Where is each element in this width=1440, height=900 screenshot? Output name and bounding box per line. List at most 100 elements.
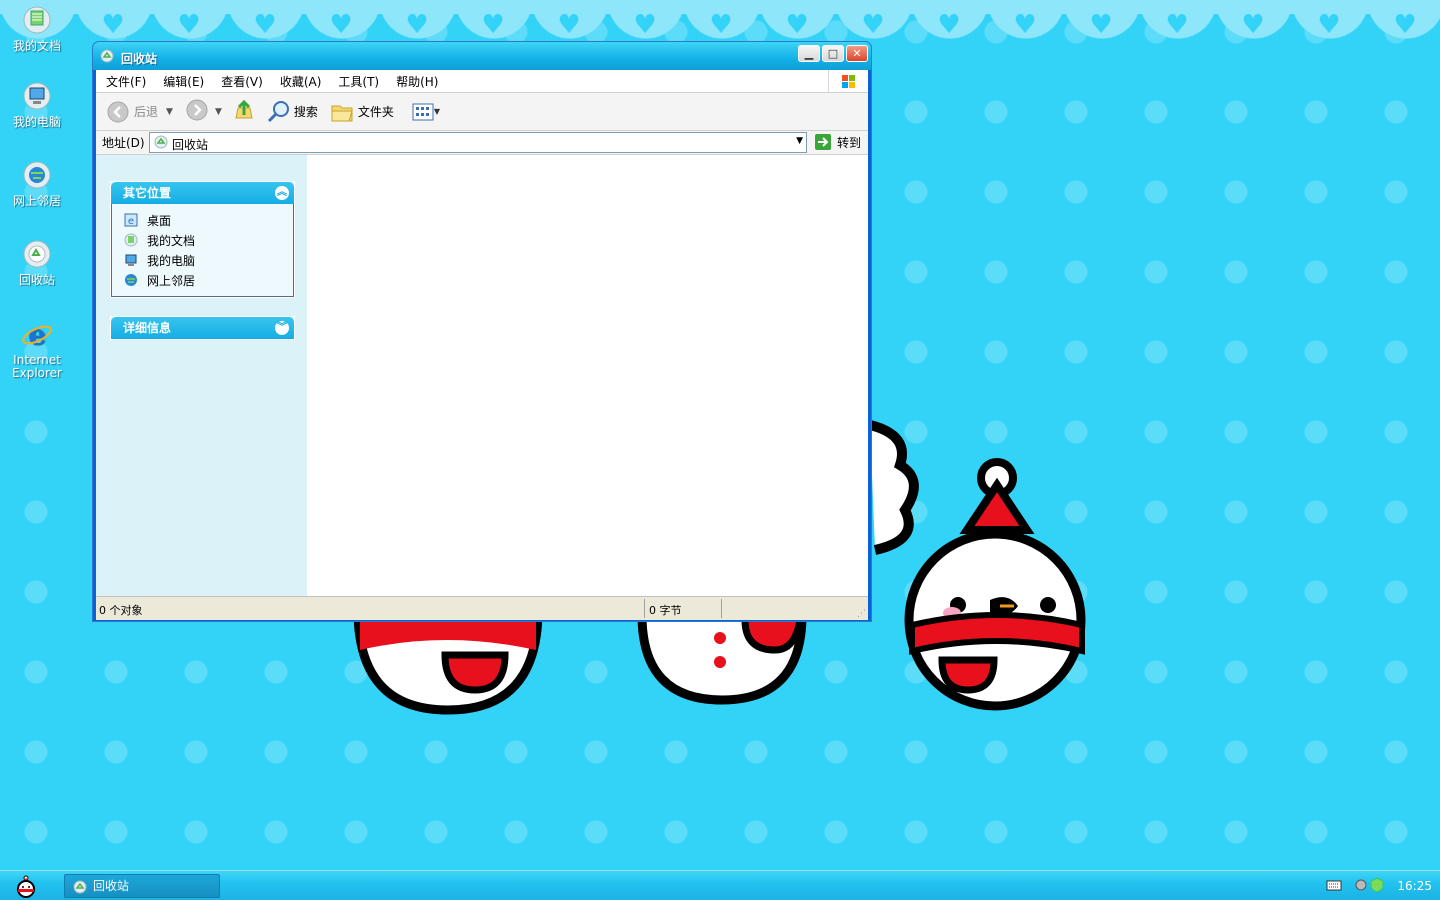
views-icon bbox=[412, 103, 434, 120]
address-bar: 地址(D) 回收站 ▼ 转到 bbox=[96, 131, 868, 155]
back-button[interactable]: 后退 bbox=[106, 100, 158, 124]
status-divider bbox=[644, 599, 645, 618]
back-label: 后退 bbox=[134, 105, 159, 119]
menu-bar: 文件(F) 编辑(E) 查看(V) 收藏(A) 工具(T) 帮助(H) bbox=[96, 70, 868, 93]
desktop-icon-label: 我的文档 bbox=[12, 39, 61, 53]
address-label: 地址(D) bbox=[102, 136, 145, 150]
desktop-icon-network[interactable]: 网上邻居 bbox=[6, 159, 68, 208]
place-my-computer[interactable]: 我的电脑 bbox=[124, 250, 293, 270]
place-label: 网上邻居 bbox=[147, 273, 196, 288]
collapse-chevron-icon[interactable]: ︽ bbox=[275, 186, 289, 200]
back-dropdown-icon[interactable]: ▼ bbox=[166, 107, 173, 117]
menu-edit[interactable]: 编辑(E) bbox=[163, 73, 204, 90]
my-documents-icon bbox=[21, 4, 53, 36]
forward-button[interactable] bbox=[185, 98, 209, 125]
recycle-bin-icon bbox=[73, 879, 87, 900]
folders-label: 文件夹 bbox=[357, 105, 394, 119]
desktop-icon-internet-explorer[interactable]: e Internet Explorer bbox=[6, 318, 68, 380]
resize-grip-icon[interactable]: ⋰ bbox=[857, 609, 866, 619]
window-title: 回收站 bbox=[121, 52, 158, 66]
heart-decoration: ♥ bbox=[253, 10, 277, 40]
back-arrow-icon bbox=[107, 101, 129, 122]
folders-icon bbox=[331, 105, 353, 121]
details-panel: 详细信息 ︾ bbox=[110, 316, 295, 340]
desktop-icon: e bbox=[124, 213, 138, 227]
heart-decoration: ♥ bbox=[101, 10, 125, 40]
heart-decoration: ♥ bbox=[1393, 10, 1417, 40]
heart-decoration: ♥ bbox=[785, 10, 809, 40]
snowman-middle bbox=[637, 614, 807, 705]
expand-chevron-icon[interactable]: ︾ bbox=[275, 321, 289, 335]
snowman-start-icon bbox=[17, 875, 35, 898]
place-my-documents[interactable]: 我的文档 bbox=[124, 230, 293, 250]
minimize-button[interactable]: ▁ bbox=[798, 45, 820, 62]
search-button[interactable]: 搜索 bbox=[266, 99, 318, 125]
views-button[interactable]: ▼ bbox=[412, 103, 440, 121]
menu-file[interactable]: 文件(F) bbox=[106, 73, 146, 90]
heart-decoration: ♥ bbox=[177, 10, 201, 40]
clock[interactable]: 16:25 bbox=[1397, 879, 1432, 893]
my-computer-icon bbox=[125, 254, 137, 266]
network-places-icon bbox=[125, 274, 137, 286]
desktop-icon-recycle-bin[interactable]: 回收站 bbox=[6, 238, 68, 287]
desktop-icon-my-documents[interactable]: 我的文档 bbox=[6, 4, 68, 53]
place-desktop[interactable]: e 桌面 bbox=[124, 210, 293, 230]
up-folder-icon bbox=[235, 99, 253, 119]
security-icon[interactable] bbox=[1370, 877, 1384, 896]
desktop-icon-label: 我的电脑 bbox=[12, 115, 61, 129]
menu-view[interactable]: 查看(V) bbox=[221, 73, 263, 90]
recycle-bin-icon bbox=[154, 135, 168, 152]
other-places-title: 其它位置 bbox=[123, 186, 172, 200]
close-button[interactable]: ✕ bbox=[846, 45, 868, 62]
desktop-icon-label-line2: Explorer bbox=[12, 366, 62, 380]
title-bar[interactable]: 回收站 ▁ □ ✕ bbox=[93, 42, 871, 70]
menu-tools[interactable]: 工具(T) bbox=[338, 73, 379, 90]
my-computer-icon bbox=[21, 80, 53, 112]
maximize-button[interactable]: □ bbox=[822, 45, 844, 62]
heart-decoration: ♥ bbox=[329, 10, 353, 40]
up-folder-button[interactable] bbox=[232, 98, 256, 125]
other-places-panel: 其它位置 ︽ e 桌面 我的文档 我的电脑 网上邻居 bbox=[110, 181, 295, 298]
windows-logo-icon bbox=[828, 70, 868, 93]
start-button[interactable] bbox=[12, 874, 40, 898]
menu-favorites[interactable]: 收藏(A) bbox=[280, 73, 322, 90]
network-places-icon bbox=[21, 159, 53, 191]
place-label: 桌面 bbox=[147, 213, 172, 228]
heart-decoration: ♥ bbox=[1165, 10, 1189, 40]
status-object-count: 0 个对象 bbox=[99, 604, 143, 617]
snowman-left bbox=[353, 609, 543, 715]
snowman-right bbox=[904, 458, 1086, 711]
desktop-icon-label: 回收站 bbox=[18, 273, 55, 287]
heart-decoration: ♥ bbox=[1241, 10, 1265, 40]
task-pane: 其它位置 ︽ e 桌面 我的文档 我的电脑 网上邻居 详细信息 ︾ bbox=[96, 155, 307, 596]
desktop-icon-label: 网上邻居 bbox=[12, 194, 61, 208]
details-header[interactable]: 详细信息 ︾ bbox=[111, 317, 294, 339]
taskbar-item-label: 回收站 bbox=[93, 879, 130, 893]
other-places-header[interactable]: 其它位置 ︽ bbox=[111, 182, 294, 204]
taskbar-item-recycle-bin[interactable]: 回收站 bbox=[64, 874, 220, 898]
address-dropdown-icon[interactable]: ▼ bbox=[796, 136, 803, 146]
my-documents-icon bbox=[124, 233, 138, 247]
heart-decoration: ♥ bbox=[861, 10, 885, 40]
go-arrow-icon bbox=[815, 134, 831, 150]
go-button[interactable]: 转到 bbox=[814, 133, 861, 151]
desktop-icon-my-computer[interactable]: 我的电脑 bbox=[6, 80, 68, 129]
system-tray: 16:25 bbox=[1320, 871, 1440, 900]
folders-button[interactable]: 文件夹 bbox=[330, 101, 394, 123]
status-bar: 0 个对象 0 字节 ⋰ bbox=[96, 596, 868, 620]
keyboard-icon[interactable] bbox=[1326, 879, 1342, 894]
internet-explorer-icon: e bbox=[21, 318, 53, 351]
taskbar: 回收站 16:25 bbox=[0, 870, 1440, 900]
recycle-bin-icon bbox=[21, 238, 53, 270]
views-dropdown-icon: ▼ bbox=[433, 107, 441, 116]
place-network[interactable]: 网上邻居 bbox=[124, 270, 293, 290]
place-label: 我的电脑 bbox=[147, 253, 196, 268]
recycle-bin-icon bbox=[100, 49, 114, 66]
other-places-list: e 桌面 我的文档 我的电脑 网上邻居 bbox=[111, 204, 294, 297]
forward-dropdown-icon[interactable]: ▼ bbox=[215, 107, 222, 117]
menu-help[interactable]: 帮助(H) bbox=[396, 73, 438, 90]
network-status-icon[interactable] bbox=[1354, 878, 1368, 895]
heart-decoration: ♥ bbox=[1317, 10, 1341, 40]
address-input[interactable]: 回收站 ▼ bbox=[149, 132, 807, 153]
heart-decoration: ♥ bbox=[937, 10, 961, 40]
